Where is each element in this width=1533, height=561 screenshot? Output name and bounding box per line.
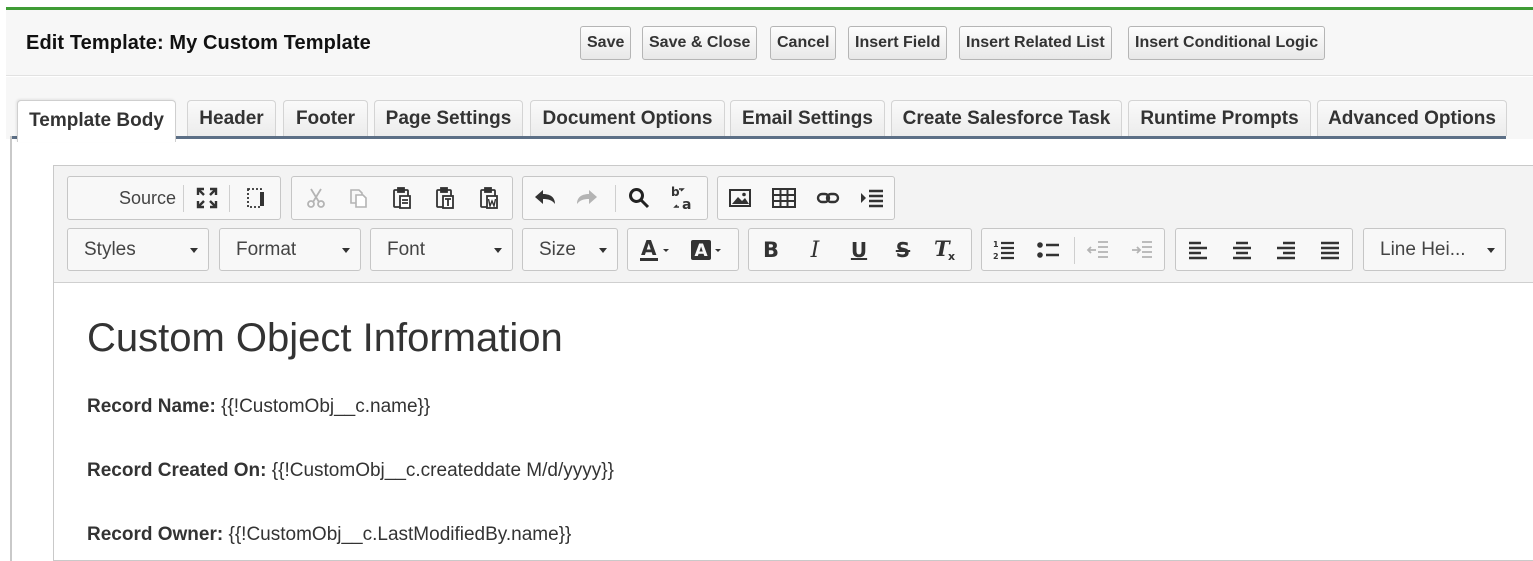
redo-icon[interactable] <box>571 183 603 213</box>
tab-template-body[interactable]: Template Body <box>17 100 176 142</box>
increase-indent-icon[interactable] <box>1126 235 1158 265</box>
editor-toolbar: Source b a Styles Format Font Size A A B… <box>54 166 1533 283</box>
maximize-icon[interactable] <box>191 183 223 213</box>
size-dropdown[interactable]: Size <box>522 228 618 271</box>
align-right-icon[interactable] <box>1270 235 1302 265</box>
document-heading: Custom Object Information <box>87 316 563 360</box>
tab-divider <box>10 136 1506 139</box>
bold-icon[interactable]: B <box>755 235 787 265</box>
bulleted-list-icon[interactable] <box>1032 235 1064 265</box>
image-icon[interactable] <box>724 183 756 213</box>
line-height-label: Line Hei... <box>1380 239 1466 260</box>
svg-text:1: 1 <box>993 240 999 249</box>
copy-icon[interactable] <box>342 183 374 213</box>
background-color-icon[interactable]: A <box>684 235 730 265</box>
format-dropdown[interactable]: Format <box>219 228 361 271</box>
panel-left-border <box>10 136 12 561</box>
toolbar-group-align <box>1175 228 1353 271</box>
toolbar-group-document: Source <box>67 176 281 220</box>
field-merge-tag: {{!CustomObj__c.LastModifiedBy.name}} <box>223 524 572 545</box>
insert-field-button[interactable]: Insert Field <box>848 26 948 60</box>
paste-word-icon[interactable] <box>473 183 505 213</box>
field-line-record-name: Record Name: {{!CustomObj__c.name}} <box>87 396 430 418</box>
toolbar-group-colors: A A <box>627 228 739 271</box>
chevron-down-icon <box>342 248 350 253</box>
find-icon[interactable] <box>623 183 655 213</box>
replace-icon[interactable]: ba <box>667 183 699 213</box>
svg-text:a: a <box>682 197 691 211</box>
save-button[interactable]: Save <box>580 26 632 60</box>
field-merge-tag: {{!CustomObj__c.createddate M/d/yyyy}} <box>266 460 614 481</box>
text-color-icon[interactable]: A <box>634 235 678 265</box>
size-label: Size <box>539 239 576 260</box>
line-height-dropdown[interactable]: Line Hei... <box>1363 228 1506 271</box>
strikethrough-icon[interactable]: S <box>887 235 919 265</box>
toolbar-separator <box>229 185 230 212</box>
undo-icon[interactable] <box>529 183 561 213</box>
svg-text:A: A <box>641 237 657 260</box>
rich-text-editor: Source b a Styles Format Font Size A A B… <box>53 165 1533 561</box>
field-label: Record Owner: <box>87 524 224 545</box>
font-label: Font <box>387 239 426 260</box>
tab-advanced-options[interactable]: Advanced Options <box>1317 100 1507 136</box>
page-title: Edit Template: My Custom Template <box>26 32 371 54</box>
toolbar-separator <box>615 185 616 212</box>
field-line-record-owner: Record Owner: {{!CustomObj__c.LastModifi… <box>87 524 571 546</box>
underline-icon[interactable]: U <box>843 235 875 265</box>
tab-create-salesforce-task[interactable]: Create Salesforce Task <box>891 100 1122 136</box>
numbered-list-icon[interactable]: 12 <box>988 235 1020 265</box>
align-center-icon[interactable] <box>1226 235 1258 265</box>
toolbar-group-insert <box>717 176 895 220</box>
tab-footer[interactable]: Footer <box>283 100 368 136</box>
svg-text:b: b <box>671 185 680 199</box>
chevron-down-icon <box>599 248 607 253</box>
toolbar-separator <box>1074 237 1075 264</box>
chevron-down-icon <box>1487 248 1495 253</box>
svg-text:A: A <box>695 241 709 261</box>
tab-page-settings[interactable]: Page Settings <box>374 100 523 136</box>
field-line-record-created-on: Record Created On: {{!CustomObj__c.creat… <box>87 460 614 482</box>
styles-dropdown[interactable]: Styles <box>67 228 209 271</box>
table-icon[interactable] <box>768 183 800 213</box>
svg-text:x: x <box>948 250 955 262</box>
indent-list-icon[interactable] <box>856 183 888 213</box>
justify-icon[interactable] <box>1314 235 1346 265</box>
toolbar-group-basicstyles: B I U S Tx <box>748 228 972 271</box>
italic-icon[interactable]: I <box>799 235 831 265</box>
toolbar-separator <box>183 185 184 212</box>
save-close-button[interactable]: Save & Close <box>642 26 758 60</box>
font-dropdown[interactable]: Font <box>370 228 513 271</box>
source-button[interactable]: Source <box>76 183 182 213</box>
field-label: Record Name: <box>87 396 216 417</box>
tab-bar: Template Body Header Footer Page Setting… <box>6 77 1533 142</box>
styles-label: Styles <box>84 239 136 260</box>
chevron-down-icon <box>190 248 198 253</box>
source-label: Source <box>118 187 176 208</box>
link-icon[interactable] <box>812 183 844 213</box>
tab-header[interactable]: Header <box>187 100 276 136</box>
remove-format-icon[interactable]: Tx <box>929 235 961 265</box>
tab-runtime-prompts[interactable]: Runtime Prompts <box>1128 100 1311 136</box>
paste-text-icon[interactable] <box>429 183 461 213</box>
insert-conditional-logic-button[interactable]: Insert Conditional Logic <box>1128 26 1326 60</box>
insert-related-list-button[interactable]: Insert Related List <box>959 26 1112 60</box>
chevron-down-icon <box>494 248 502 253</box>
show-blocks-icon[interactable] <box>240 183 272 213</box>
align-left-icon[interactable] <box>1182 235 1214 265</box>
tab-email-settings[interactable]: Email Settings <box>730 100 885 136</box>
cancel-button[interactable]: Cancel <box>770 26 837 60</box>
field-merge-tag: {{!CustomObj__c.name}} <box>215 396 431 417</box>
cut-icon[interactable] <box>300 183 332 213</box>
decrease-indent-icon[interactable] <box>1082 235 1114 265</box>
paste-icon[interactable] <box>386 183 418 213</box>
format-label: Format <box>236 239 297 260</box>
page-header: Edit Template: My Custom Template Save S… <box>6 10 1533 76</box>
field-label: Record Created On: <box>87 460 267 481</box>
toolbar-group-clipboard <box>291 176 513 220</box>
tab-document-options[interactable]: Document Options <box>530 100 725 136</box>
toolbar-group-list: 12 <box>981 228 1165 271</box>
toolbar-group-edit: ba <box>522 176 708 220</box>
svg-text:2: 2 <box>993 252 999 261</box>
